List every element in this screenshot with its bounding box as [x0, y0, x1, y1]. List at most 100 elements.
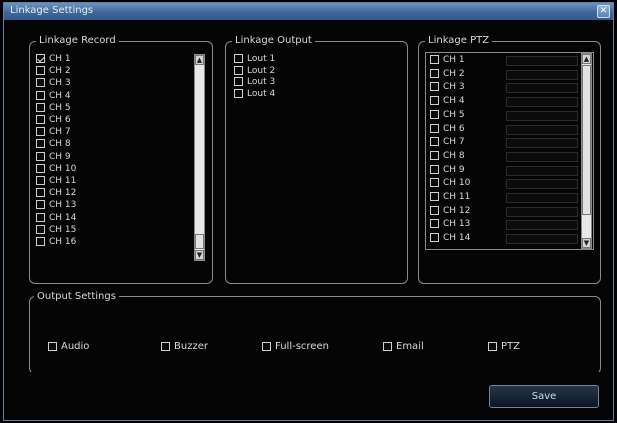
checkbox[interactable] [36, 66, 45, 76]
record-channel-item[interactable]: CH 10 [36, 163, 76, 176]
ptz-preset-field[interactable] [506, 234, 578, 245]
output-item[interactable]: Lout 3 [234, 77, 275, 89]
checkbox[interactable] [36, 237, 45, 246]
option-email[interactable]: Email [383, 341, 424, 352]
checkbox[interactable] [36, 127, 45, 137]
record-scroll-thumb[interactable] [195, 234, 204, 249]
option-audio[interactable]: Audio [48, 341, 89, 352]
checkbox[interactable] [430, 109, 439, 119]
checkbox[interactable] [36, 188, 45, 198]
ptz-channel-item[interactable]: CH 4 [430, 96, 578, 108]
ptz-channel-item[interactable]: CH 13 [430, 219, 578, 231]
checkbox[interactable] [36, 139, 45, 149]
record-channel-item[interactable]: CH 5 [36, 102, 71, 115]
record-channel-item[interactable]: CH 14 [36, 212, 76, 225]
ptz-channel-item[interactable]: CH 10 [430, 178, 578, 190]
ptz-channel-item[interactable]: CH 2 [430, 68, 578, 81]
record-channel-item[interactable]: CH 11 [36, 176, 76, 188]
ptz-channel-item[interactable]: CH 6 [430, 123, 578, 136]
ptz-channel-item[interactable]: CH 5 [430, 109, 578, 122]
checkbox[interactable] [36, 200, 45, 210]
checkbox[interactable] [36, 90, 45, 100]
ptz-channel-item[interactable]: CH 3 [430, 82, 578, 94]
ptz-preset-field[interactable] [506, 206, 578, 217]
record-channel-item[interactable]: CH 9 [36, 151, 71, 164]
checkbox[interactable] [430, 192, 439, 201]
save-button[interactable]: Save [489, 385, 599, 408]
scroll-up-icon[interactable]: ▲ [582, 54, 591, 64]
title-bar[interactable]: Linkage Settings ✕ [4, 3, 613, 20]
scroll-down-icon[interactable]: ▼ [195, 250, 204, 260]
checkbox[interactable] [430, 123, 439, 133]
scroll-up-icon[interactable]: ▲ [195, 55, 204, 65]
option-buzzer[interactable]: Buzzer [161, 341, 208, 352]
checkbox[interactable] [430, 96, 439, 106]
output-item[interactable]: Lout 2 [234, 65, 275, 78]
checkbox[interactable] [36, 151, 45, 161]
ptz-preset-field[interactable] [506, 124, 578, 135]
checkbox[interactable] [234, 54, 243, 63]
record-channel-item[interactable]: CH 13 [36, 200, 76, 212]
record-channel-item[interactable]: CH 16 [36, 237, 76, 249]
checkbox[interactable] [234, 65, 243, 75]
checkbox[interactable] [36, 78, 45, 88]
scroll-down-icon[interactable]: ▼ [582, 238, 591, 248]
ptz-scrollbar[interactable]: ▲ ▼ [581, 53, 592, 249]
record-channel-item[interactable]: CH 4 [36, 90, 71, 103]
ptz-channel-item[interactable]: CH 14 [430, 233, 578, 245]
record-channel-item[interactable]: CH 12 [36, 188, 76, 200]
checkbox[interactable] [383, 341, 392, 351]
record-channel-item[interactable]: CH 2 [36, 66, 71, 78]
checkbox[interactable] [234, 77, 243, 86]
output-item[interactable]: Lout 1 [234, 54, 275, 66]
checkbox[interactable] [36, 54, 45, 63]
checkbox[interactable] [36, 115, 45, 124]
checkbox[interactable] [488, 341, 497, 351]
record-scrollbar[interactable]: ▲ ▼ [194, 54, 205, 261]
ptz-preset-field[interactable] [506, 165, 578, 176]
checkbox[interactable] [430, 233, 439, 243]
checkbox[interactable] [430, 164, 439, 174]
ptz-channel-item[interactable]: CH 9 [430, 164, 578, 177]
option-ptz[interactable]: PTZ [488, 341, 520, 352]
checkbox[interactable] [262, 341, 271, 351]
checkbox[interactable] [234, 88, 243, 98]
checkbox[interactable] [36, 224, 45, 234]
checkbox[interactable] [430, 178, 439, 188]
ptz-scroll-thumb[interactable] [582, 65, 591, 215]
record-channel-item[interactable]: CH 15 [36, 224, 76, 237]
ptz-channel-item[interactable]: CH 1 [430, 55, 578, 67]
checkbox[interactable] [430, 137, 439, 147]
close-icon[interactable]: ✕ [597, 5, 610, 18]
ptz-channel-item[interactable]: CH 11 [430, 192, 578, 204]
checkbox[interactable] [430, 150, 439, 160]
record-channel-item[interactable]: CH 6 [36, 115, 71, 127]
checkbox[interactable] [161, 341, 170, 351]
ptz-preset-field[interactable] [506, 179, 578, 190]
ptz-channel-item[interactable]: CH 7 [430, 137, 578, 149]
record-channel-item[interactable]: CH 3 [36, 78, 71, 90]
ptz-preset-field[interactable] [506, 110, 578, 121]
record-channel-item[interactable]: CH 7 [36, 127, 71, 139]
ptz-preset-field[interactable] [506, 69, 578, 80]
ptz-channel-item[interactable]: CH 12 [430, 205, 578, 218]
ptz-preset-field[interactable] [506, 83, 578, 94]
ptz-preset-field[interactable] [506, 138, 578, 149]
output-item[interactable]: Lout 4 [234, 88, 275, 101]
record-channel-item[interactable]: CH 8 [36, 139, 71, 151]
checkbox[interactable] [36, 102, 45, 112]
ptz-channel-item[interactable]: CH 8 [430, 150, 578, 163]
ptz-preset-field[interactable] [506, 220, 578, 231]
option-full-screen[interactable]: Full-screen [262, 341, 329, 352]
checkbox[interactable] [430, 55, 439, 64]
checkbox[interactable] [430, 219, 439, 229]
ptz-preset-field[interactable] [506, 151, 578, 162]
checkbox[interactable] [36, 212, 45, 222]
ptz-preset-field[interactable] [506, 193, 578, 203]
checkbox[interactable] [36, 176, 45, 185]
record-channel-item[interactable]: CH 1 [36, 54, 71, 66]
ptz-preset-field[interactable] [506, 56, 578, 66]
ptz-preset-field[interactable] [506, 97, 578, 108]
checkbox[interactable] [430, 68, 439, 78]
checkbox[interactable] [430, 82, 439, 92]
